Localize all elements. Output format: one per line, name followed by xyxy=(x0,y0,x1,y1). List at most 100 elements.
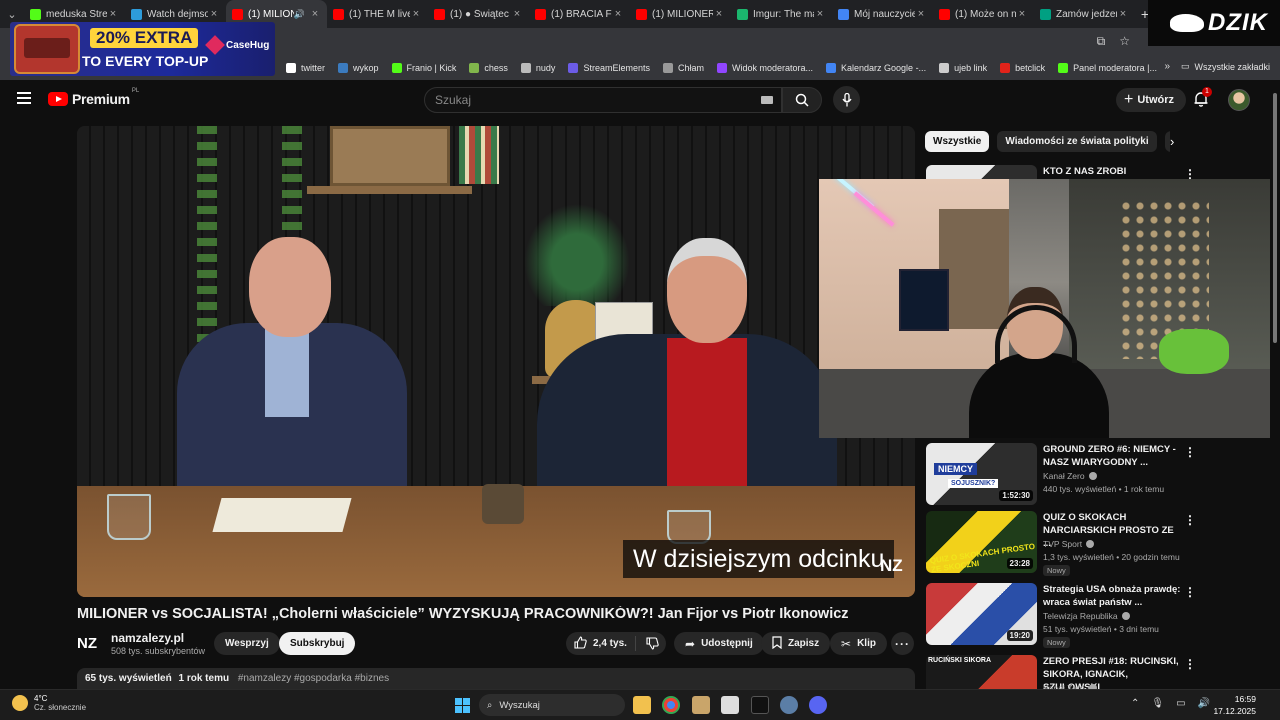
recommended-channel-name[interactable]: TVP Sport xyxy=(1043,539,1095,549)
close-tab-icon[interactable]: × xyxy=(309,8,321,20)
bookmark-item[interactable]: Panel moderatora |... xyxy=(1058,63,1157,73)
youtube-logo-text: Premium xyxy=(72,91,130,107)
bookmark-item[interactable]: twitter xyxy=(286,63,325,73)
hashtags[interactable]: #namzalezy #gospodarka #biznes xyxy=(238,673,389,684)
channel-watermark[interactable]: NZ xyxy=(880,556,903,576)
close-tab-icon[interactable]: × xyxy=(208,8,220,20)
browser-tab[interactable]: Imgur: The ma × xyxy=(731,0,832,28)
microphone-icon[interactable]: 🎙 xyxy=(1151,698,1164,709)
close-tab-icon[interactable]: × xyxy=(1117,8,1129,20)
page-scrollbar[interactable] xyxy=(1270,81,1280,689)
description-box[interactable]: 65 tys. wyświetleń 1 rok temu #namzalezy… xyxy=(77,668,915,690)
snipping-tool-icon[interactable] xyxy=(721,696,739,714)
close-tab-icon[interactable]: × xyxy=(915,8,927,20)
keyboard-icon[interactable] xyxy=(761,96,773,104)
recommended-video-title[interactable]: Strategia USA obnaża prawdę: wraca świat… xyxy=(1043,583,1181,609)
menu-hamburger-icon[interactable] xyxy=(17,92,31,104)
close-tab-icon[interactable]: × xyxy=(814,8,826,20)
support-button[interactable]: Wesprzyj xyxy=(214,632,280,655)
channel-name[interactable]: namzalezy.pl xyxy=(111,631,184,645)
verified-check-icon xyxy=(1088,472,1097,480)
chrome-icon[interactable] xyxy=(662,696,680,714)
bookmark-item[interactable]: Franio | Kick xyxy=(391,63,456,73)
clip-button[interactable]: ✂ Klip xyxy=(830,632,887,655)
all-bookmarks-button[interactable]: ▭ Wszystkie zakładki xyxy=(1181,61,1270,72)
tab-favicon-icon xyxy=(30,8,41,20)
like-button[interactable]: 2,4 tys. xyxy=(566,635,636,651)
bookmark-item[interactable]: ujeb link xyxy=(939,63,987,73)
close-tab-icon[interactable]: × xyxy=(511,8,523,20)
browser-tab[interactable]: (1) MILIONER v× xyxy=(630,0,731,28)
close-tab-icon[interactable]: × xyxy=(107,8,119,20)
bookmark-item[interactable]: Widok moderatora... xyxy=(716,63,813,73)
chevron-right-icon[interactable]: › xyxy=(1170,134,1174,149)
epic-games-icon[interactable] xyxy=(751,696,769,714)
chevron-up-icon[interactable]: ⌃ xyxy=(1131,698,1139,709)
video-thumbnail[interactable]: NIEMCY SOJUSZNIK? 1:52:30 xyxy=(926,443,1037,505)
close-tab-icon[interactable]: × xyxy=(410,8,422,20)
system-clock[interactable]: 16:59 17.12.2025 xyxy=(1213,693,1256,717)
close-tab-icon[interactable]: × xyxy=(612,8,624,20)
recommended-video[interactable]: QUIZ O SKOKACH PROSTO ZE SKOCZNI 23:28 QUI… xyxy=(926,511,1198,577)
bookmarks-overflow-button[interactable]: » xyxy=(1164,61,1170,72)
windows-start-icon[interactable] xyxy=(455,698,470,713)
voice-search-button[interactable] xyxy=(833,86,860,113)
recommended-channel-name[interactable]: Kanał Zero xyxy=(1043,471,1097,481)
channel-avatar[interactable]: NZ xyxy=(77,632,103,654)
scrollbar-thumb[interactable] xyxy=(1273,93,1277,343)
bookmark-item[interactable]: betclick xyxy=(1000,63,1045,73)
bookmark-star-icon[interactable]: ☆ xyxy=(1119,34,1130,49)
save-button[interactable]: Zapisz xyxy=(761,632,831,655)
browser-tab[interactable]: (1) THE M live × xyxy=(327,0,428,28)
create-button[interactable]: + Utwórz xyxy=(1116,88,1187,112)
youtube-premium-logo[interactable]: Premium PL xyxy=(48,88,139,107)
more-options-icon[interactable]: ⋮ xyxy=(1184,513,1196,527)
search-button[interactable] xyxy=(782,87,822,113)
filter-chip[interactable]: Wszystkie xyxy=(925,131,990,152)
bookmark-icon xyxy=(772,635,782,652)
weather-widget[interactable]: 4°C Cz. słonecznie xyxy=(12,694,86,712)
settings-gear-icon[interactable] xyxy=(780,696,798,714)
recommended-channel-name[interactable]: Telewizja Republika xyxy=(1043,611,1130,621)
recommended-video[interactable]: NIEMCY SOJUSZNIK? 1:52:30 GROUND ZERO #6: N… xyxy=(926,443,1198,509)
discord-icon[interactable] xyxy=(809,696,827,714)
browser-tab[interactable]: Zamów jedzen × xyxy=(1034,0,1135,28)
video-thumbnail[interactable]: QUIZ O SKOKACH PROSTO ZE SKOCZNI 23:28 xyxy=(926,511,1037,573)
install-app-icon[interactable]: ⧉ xyxy=(1097,34,1106,49)
browser-tab[interactable]: Mój nauczyciel × xyxy=(832,0,933,28)
share-button[interactable]: ➦ Udostępnij xyxy=(674,632,764,655)
volume-icon[interactable]: 🔊 xyxy=(1198,698,1210,709)
bookmark-item[interactable]: Kalendarz Google -... xyxy=(826,63,926,73)
filter-chip[interactable]: Wiadomości ze świata polityki xyxy=(997,131,1157,152)
browser-tab[interactable]: (1) ● Świątec × xyxy=(428,0,529,28)
bookmark-item[interactable]: chess xyxy=(469,63,508,73)
recommended-video-title[interactable]: GROUND ZERO #6: NIEMCY - NASZ WIARYGODNY… xyxy=(1043,443,1181,469)
subscribe-button[interactable]: Subskrybuj xyxy=(279,632,356,655)
close-tab-icon[interactable]: × xyxy=(1016,8,1028,20)
search-input[interactable]: Szukaj xyxy=(424,87,782,113)
dislike-button[interactable] xyxy=(636,637,659,650)
notifications-button[interactable]: 1 xyxy=(1192,87,1212,110)
more-options-icon[interactable]: ⋮ xyxy=(1184,657,1196,671)
file-explorer-icon[interactable] xyxy=(633,696,651,714)
bookmark-item[interactable]: StreamElements xyxy=(568,63,650,73)
close-tab-icon[interactable]: × xyxy=(713,8,725,20)
video-thumbnail[interactable]: 19:20 xyxy=(926,583,1037,645)
more-actions-button[interactable]: ··· xyxy=(891,632,914,655)
browser-tab[interactable]: (1) Może on n × xyxy=(933,0,1034,28)
more-options-icon[interactable]: ⋮ xyxy=(1184,585,1196,599)
browser-tab[interactable]: (1) BRACIA FIG× xyxy=(529,0,630,28)
casehug-ad-overlay: 20% EXTRA TO EVERY TOP-UP CaseHug xyxy=(10,22,275,76)
app-icon[interactable] xyxy=(692,696,710,714)
bookmark-item[interactable]: wykop xyxy=(338,63,379,73)
recommended-video[interactable]: 19:20 Strategia USA obnaża prawdę: wraca … xyxy=(926,583,1198,649)
taskbar-search[interactable]: ⌕ Wyszukaj xyxy=(479,694,625,716)
network-icon[interactable]: ▭ xyxy=(1176,698,1185,709)
user-avatar[interactable] xyxy=(1228,89,1250,111)
tab-audio-icon[interactable]: 🔊 xyxy=(294,9,305,20)
bookmark-item[interactable]: nudy xyxy=(520,63,555,73)
more-options-icon[interactable]: ⋮ xyxy=(1184,445,1196,459)
bookmark-label: ujeb link xyxy=(954,63,988,73)
video-player[interactable]: W dzisiejszym odcinku NZ xyxy=(77,126,915,597)
bookmark-item[interactable]: Chłam xyxy=(662,63,704,73)
